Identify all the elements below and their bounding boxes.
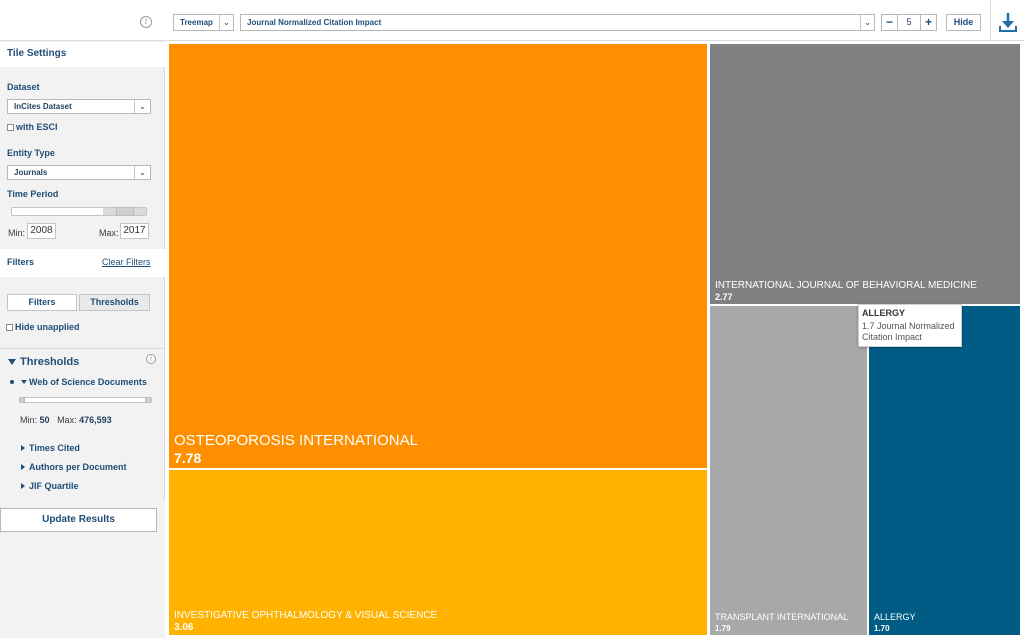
sidebar: i Tile Settings Dataset InCites Dataset … [0,0,165,638]
wos-min-max: Min: 50 Max: 476,593 [20,415,112,425]
toolbar: Treemap ⌄ Journal Normalized Citation Im… [166,0,1024,41]
hide-button[interactable]: Hide [946,14,981,31]
info-icon[interactable]: i [140,16,152,28]
increase-count-button[interactable]: + [920,14,937,31]
sidebar-header-bar: i [0,0,165,41]
with-esci-label: with ESCI [16,122,58,132]
time-min-label: Min: [8,228,26,238]
wos-min-handle[interactable] [19,397,25,403]
tile-label: INTERNATIONAL JOURNAL OF BEHAVIORAL MEDI… [715,280,977,291]
download-icon[interactable] [991,0,1024,41]
triangle-down-icon[interactable] [21,380,27,384]
thresholds-tab-button[interactable]: Thresholds [79,294,150,311]
chevron-down-icon: ⌄ [219,15,233,30]
time-period-label: Time Period [7,189,59,199]
dataset-value: InCites Dataset [14,102,72,111]
bullet-icon [10,380,14,384]
with-esci-checkbox[interactable] [7,124,14,131]
count-input[interactable]: 5 [898,14,920,31]
tile-label: OSTEOPOROSIS INTERNATIONAL [174,432,418,449]
time-max-input[interactable]: 2017 [120,223,149,239]
treemap-tile-intl-journal-behavioral-medicine[interactable]: INTERNATIONAL JOURNAL OF BEHAVIORAL MEDI… [710,44,1020,304]
indicator-value: Journal Normalized Citation Impact [247,18,382,27]
tile-value: 1.70 [874,624,890,633]
entity-type-value: Journals [14,168,48,177]
treemap-tile-osteoporosis-international[interactable]: OSTEOPOROSIS INTERNATIONAL 7.78 [169,44,707,468]
threshold-jif-quartile[interactable]: JIF Quartile [29,481,79,491]
visualization-value: Treemap [180,18,213,27]
time-min-input[interactable]: 2008 [27,223,56,239]
chevron-down-icon: ⌄ [134,100,150,113]
wos-max-label: Max: [57,415,77,425]
time-period-slider[interactable] [11,207,147,216]
tile-value: 7.78 [174,450,202,466]
tile-value: 3.06 [174,622,194,633]
triangle-right-icon[interactable] [21,445,25,451]
info-icon[interactable]: i [146,354,156,364]
tile-label: TRANSPLANT INTERNATIONAL [715,612,849,622]
triangle-right-icon[interactable] [21,483,25,489]
time-period-slider-handle[interactable] [116,207,134,216]
filters-tab-button[interactable]: Filters [7,294,77,311]
tile-tooltip: ALLERGY 1.7 Journal Normalized Citation … [858,304,962,347]
chevron-down-icon: ⌄ [860,15,874,30]
entity-type-label: Entity Type [7,148,55,158]
triangle-down-icon[interactable] [8,359,16,365]
wos-min-value: 50 [39,415,50,425]
update-results-button[interactable]: Update Results [0,508,157,532]
treemap-tile-transplant-international[interactable]: TRANSPLANT INTERNATIONAL 1.79 [710,306,867,635]
visualization-select[interactable]: Treemap ⌄ [173,14,234,31]
time-max-label: Max: [99,228,119,238]
hide-unapplied-label: Hide unapplied [15,322,80,332]
dataset-label: Dataset [7,82,40,92]
tile-label: ALLERGY [874,612,916,622]
treemap-tile-allergy[interactable]: ALLERGY 1.70 [869,306,1020,635]
indicator-select[interactable]: Journal Normalized Citation Impact ⌄ [240,14,875,31]
wos-max-value: 476,593 [79,415,112,425]
wos-documents-slider[interactable] [19,397,152,403]
entity-type-select[interactable]: Journals ⌄ [7,165,151,180]
tile-settings-title: Tile Settings [7,48,67,59]
clear-filters-link[interactable]: Clear Filters [102,257,151,267]
divider [0,348,165,349]
filters-header: Filters Clear Filters [0,249,165,277]
treemap-tile-investigative-ophthalmology[interactable]: INVESTIGATIVE OPHTHALMOLOGY & VISUAL SCI… [169,470,707,635]
tooltip-title: ALLERGY [862,308,906,318]
threshold-times-cited[interactable]: Times Cited [29,443,80,453]
decrease-count-button[interactable]: − [881,14,898,31]
threshold-authors-per-document[interactable]: Authors per Document [29,462,127,472]
tile-label: INVESTIGATIVE OPHTHALMOLOGY & VISUAL SCI… [174,610,438,621]
triangle-right-icon[interactable] [21,464,25,470]
tile-value: 1.79 [715,624,731,633]
thresholds-title[interactable]: Thresholds [20,356,79,368]
wos-max-handle[interactable] [145,397,151,403]
filters-title: Filters [7,257,35,267]
tile-value: 2.77 [715,292,733,302]
wos-documents-label[interactable]: Web of Science Documents [29,377,147,387]
tile-settings-header: Tile Settings [0,42,165,67]
download-area [990,0,1024,41]
wos-min-label: Min: [20,415,38,425]
chevron-down-icon: ⌄ [134,166,150,179]
tooltip-text: 1.7 Journal Normalized Citation Impact [862,321,955,342]
dataset-select[interactable]: InCites Dataset ⌄ [7,99,151,114]
hide-unapplied-checkbox[interactable] [6,324,13,331]
